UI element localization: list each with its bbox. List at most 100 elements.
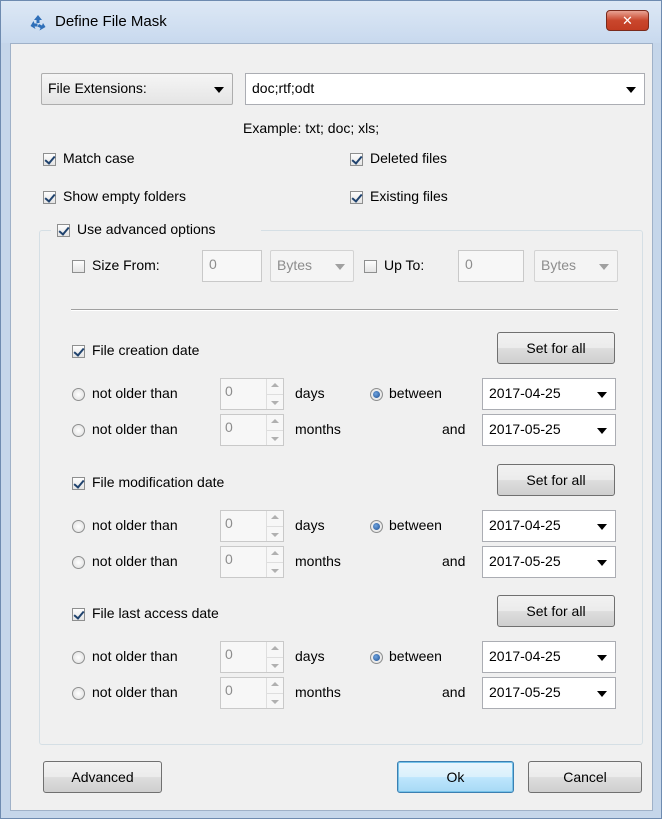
cancel-button[interactable]: Cancel	[528, 761, 642, 793]
size-from-checkbox[interactable]	[72, 260, 85, 273]
days-label: days	[295, 517, 325, 533]
months-label: months	[295, 421, 341, 437]
date-section-3: File last access date Set for all not ol…	[11, 595, 651, 725]
days-value: 0	[225, 646, 233, 662]
existing-files-checkbox[interactable]	[350, 191, 363, 204]
between-label: between	[389, 517, 442, 533]
between-radio[interactable]	[370, 520, 383, 533]
days-stepper[interactable]: 0	[220, 378, 284, 410]
stepper-arrows[interactable]	[266, 547, 283, 577]
months-label: months	[295, 553, 341, 569]
days-value: 0	[225, 383, 233, 399]
months-stepper[interactable]: 0	[220, 677, 284, 709]
set-for-all-button[interactable]: Set for all	[497, 464, 615, 496]
from-date-picker[interactable]: 2017-04-25	[482, 378, 616, 410]
from-date-picker[interactable]: 2017-04-25	[482, 641, 616, 673]
chevron-down-icon	[626, 87, 636, 93]
chevron-down-icon	[597, 691, 607, 697]
to-date-picker[interactable]: 2017-05-25	[482, 414, 616, 446]
separator	[71, 309, 618, 311]
stepper-arrows[interactable]	[266, 678, 283, 708]
to-date-text: 2017-05-25	[489, 684, 561, 700]
size-from-value: 0	[209, 256, 217, 272]
size-to-value: 0	[465, 256, 473, 272]
mask-type-label: File Extensions:	[48, 80, 147, 96]
not-older-days-radio[interactable]	[72, 651, 85, 664]
mask-example-text: Example: txt; doc; xls;	[243, 120, 380, 136]
dialog-client: File Extensions: doc;rtf;odt Example: tx…	[10, 43, 653, 811]
and-label: and	[442, 553, 466, 569]
not-older-days-label: not older than	[92, 648, 178, 664]
set-for-all-button[interactable]: Set for all	[497, 332, 615, 364]
not-older-days-radio[interactable]	[72, 520, 85, 533]
use-advanced-checkbox[interactable]	[57, 224, 70, 237]
size-to-input[interactable]: 0	[458, 250, 524, 282]
stepper-arrows[interactable]	[266, 415, 283, 445]
not-older-months-radio[interactable]	[72, 687, 85, 700]
months-value: 0	[225, 682, 233, 698]
match-case-label: Match case	[63, 150, 135, 166]
months-stepper[interactable]: 0	[220, 414, 284, 446]
size-to-checkbox[interactable]	[364, 260, 377, 273]
match-case-checkbox[interactable]	[43, 153, 56, 166]
date-section-1: File creation date Set for all not older…	[11, 332, 651, 462]
to-date-picker[interactable]: 2017-05-25	[482, 546, 616, 578]
size-to-label: Up To:	[384, 257, 425, 273]
size-from-input[interactable]: 0	[202, 250, 262, 282]
not-older-months-label: not older than	[92, 553, 178, 569]
chevron-down-icon	[599, 264, 609, 270]
days-stepper[interactable]: 0	[220, 510, 284, 542]
days-value: 0	[225, 515, 233, 531]
from-date-picker[interactable]: 2017-04-25	[482, 510, 616, 542]
use-advanced-label: Use advanced options	[77, 221, 216, 237]
days-label: days	[295, 385, 325, 401]
chevron-down-icon	[214, 87, 224, 93]
to-date-picker[interactable]: 2017-05-25	[482, 677, 616, 709]
set-for-all-button[interactable]: Set for all	[497, 595, 615, 627]
close-button[interactable]: ✕	[606, 10, 649, 31]
size-from-unit-dropdown[interactable]: Bytes	[270, 250, 354, 282]
show-empty-folders-checkbox[interactable]	[43, 191, 56, 204]
between-radio[interactable]	[370, 388, 383, 401]
date-section-2: File modification date Set for all not o…	[11, 464, 651, 594]
not-older-months-radio[interactable]	[72, 556, 85, 569]
from-date-text: 2017-04-25	[489, 385, 561, 401]
mask-value-text: doc;rtf;odt	[252, 80, 315, 96]
to-date-text: 2017-05-25	[489, 553, 561, 569]
close-icon: ✕	[622, 13, 633, 28]
date-section-checkbox[interactable]	[72, 345, 85, 358]
date-section-label: File last access date	[92, 605, 219, 621]
between-radio[interactable]	[370, 651, 383, 664]
ok-button[interactable]: Ok	[397, 761, 514, 793]
months-stepper[interactable]: 0	[220, 546, 284, 578]
date-section-checkbox[interactable]	[72, 608, 85, 621]
not-older-months-label: not older than	[92, 684, 178, 700]
months-value: 0	[225, 419, 233, 435]
recycle-icon	[30, 15, 46, 31]
not-older-months-radio[interactable]	[72, 424, 85, 437]
mask-value-combo[interactable]: doc;rtf;odt	[245, 73, 645, 105]
to-date-text: 2017-05-25	[489, 421, 561, 437]
stepper-arrows[interactable]	[266, 642, 283, 672]
chevron-down-icon	[597, 428, 607, 434]
date-section-checkbox[interactable]	[72, 477, 85, 490]
not-older-days-radio[interactable]	[72, 388, 85, 401]
deleted-files-checkbox[interactable]	[350, 153, 363, 166]
months-value: 0	[225, 551, 233, 567]
title-bar: Define File Mask ✕	[1, 1, 661, 43]
days-label: days	[295, 648, 325, 664]
chevron-down-icon	[335, 264, 345, 270]
advanced-button[interactable]: Advanced	[43, 761, 162, 793]
months-label: months	[295, 684, 341, 700]
and-label: and	[442, 421, 466, 437]
size-to-unit-dropdown[interactable]: Bytes	[534, 250, 618, 282]
days-stepper[interactable]: 0	[220, 641, 284, 673]
chevron-down-icon	[597, 560, 607, 566]
stepper-arrows[interactable]	[266, 511, 283, 541]
size-to-unit-text: Bytes	[541, 257, 577, 273]
size-from-label: Size From:	[92, 257, 160, 273]
mask-type-dropdown[interactable]: File Extensions:	[41, 73, 233, 105]
window-title: Define File Mask	[55, 13, 167, 30]
chevron-down-icon	[597, 655, 607, 661]
stepper-arrows[interactable]	[266, 379, 283, 409]
